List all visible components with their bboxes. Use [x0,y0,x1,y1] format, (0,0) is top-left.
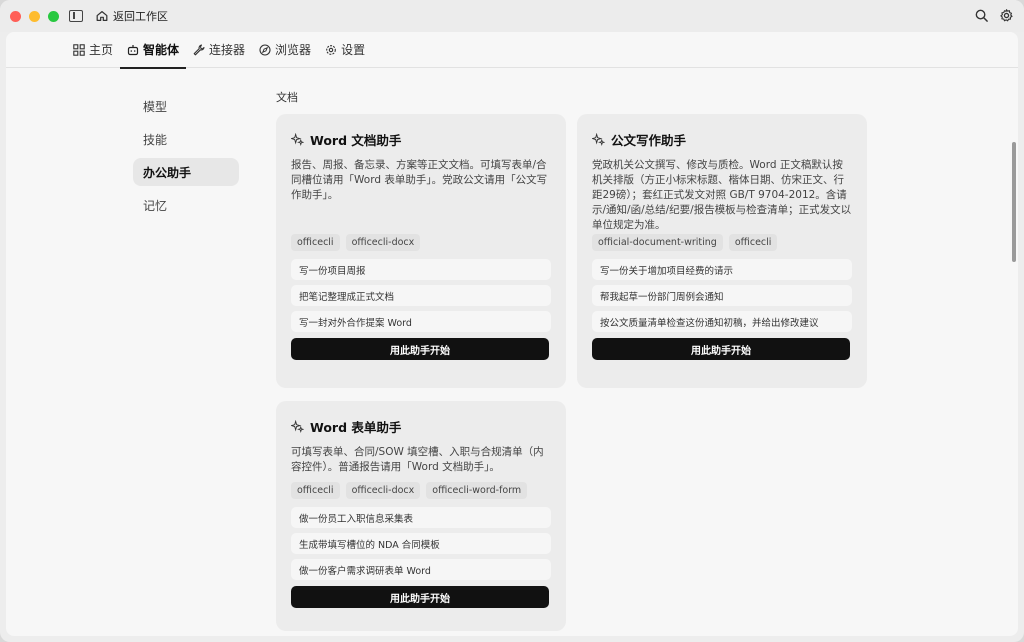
example-prompts: 写一份关于增加项目经费的请示 帮我起草一份部门周例会通知 按公文质量清单检查这份… [592,259,852,332]
minimize-window-button[interactable] [29,10,40,22]
grid-icon [73,43,85,56]
example-prompt[interactable]: 生成带填写槽位的 NDA 合同模板 [291,533,551,554]
example-prompt[interactable]: 把笔记整理成正式文档 [291,285,551,306]
tab-home-label: 主页 [89,43,114,57]
example-prompt[interactable]: 做一份员工入职信息采集表 [291,507,551,528]
window-controls [10,10,59,22]
tag: officecli-word-form [426,482,528,499]
card-title-text: Word 表单助手 [310,420,402,435]
tab-browser[interactable]: 浏览器 [252,32,318,68]
back-to-workspace-button[interactable]: 返回工作区 [95,8,168,24]
home-icon [96,11,108,21]
tab-connectors-label: 连接器 [209,43,246,57]
tab-agents[interactable]: 智能体 [120,32,187,69]
tab-settings[interactable]: 设置 [318,32,372,68]
tag-list: officecli officecli-docx officecli-word-… [291,482,551,499]
example-prompt[interactable]: 按公文质量清单检查这份通知初稿，并给出修改建议 [592,311,852,332]
title-bar: 返回工作区 [0,0,1024,32]
sparkle-icon [291,420,304,433]
sidebar-toggle-icon[interactable] [69,10,83,22]
card-description: 可填写表单、合同/SOW 填空槽、入职与合规清单（内容控件）。普通报告请用「Wo… [291,446,544,473]
card-title-text: 公文写作助手 [611,133,687,148]
tag: officecli-docx [345,234,421,251]
example-prompt[interactable]: 写一份关于增加项目经费的请示 [592,259,852,280]
menu-item-office-assistant[interactable]: 办公助手 [133,158,239,186]
tab-browser-label: 浏览器 [275,43,312,57]
start-with-assistant-button[interactable]: 用此助手开始 [592,338,850,360]
card-description: 报告、周报、备忘录、方案等正文文档。可填写表单/合同槽位请用「Word 表单助手… [291,159,548,201]
app-window: 返回工作区 主页 智能体 连接器 浏览器 设置 模型 技能 办公助手 记忆 文档… [0,0,1024,642]
robot-icon [127,44,139,55]
tag: official-document-writing [592,234,723,251]
tag: officecli [728,234,778,251]
maximize-window-button[interactable] [48,10,59,22]
gear-icon [326,44,336,55]
card-title: 公文写作助手 [592,130,852,149]
search-icon[interactable] [974,8,989,23]
tab-connectors[interactable]: 连接器 [186,32,252,68]
tag-list: officecli officecli-docx [291,234,551,251]
tag: officecli [291,234,340,251]
menu-item-skills[interactable]: 技能 [133,125,239,153]
example-prompts: 写一份项目周报 把笔记整理成正式文档 写一封对外合作提案 Word [291,259,551,332]
start-with-assistant-button[interactable]: 用此助手开始 [291,586,549,608]
tag: officecli [291,482,340,499]
example-prompt[interactable]: 写一份项目周报 [291,259,551,280]
titlebar-actions [974,8,1014,23]
tab-agents-label: 智能体 [143,43,180,57]
assistant-card-word-document: Word 文档助手 报告、周报、备忘录、方案等正文文档。可填写表单/合同槽位请用… [276,114,566,388]
start-with-assistant-button[interactable]: 用此助手开始 [291,338,549,360]
top-nav: 主页 智能体 连接器 浏览器 设置 [6,32,1018,69]
settings-side-menu: 模型 技能 办公助手 记忆 [133,92,239,224]
wrench-icon [193,43,205,55]
example-prompt[interactable]: 做一份客户需求调研表单 Word [291,559,551,580]
main-panel: 主页 智能体 连接器 浏览器 设置 模型 技能 办公助手 记忆 文档 Word … [6,32,1018,636]
compass-icon [259,43,271,56]
example-prompts: 做一份员工入职信息采集表 生成带填写槽位的 NDA 合同模板 做一份客户需求调研… [291,507,551,580]
sparkle-icon [291,133,304,146]
assistant-card-official-writing: 公文写作助手 党政机关公文撰写、修改与质检。Word 正文稿默认按机关排版（方正… [577,114,867,388]
gear-icon[interactable] [999,8,1014,23]
assistant-card-word-form: Word 表单助手 可填写表单、合同/SOW 填空槽、入职与合规清单（内容控件）… [276,401,566,631]
card-title: Word 文档助手 [291,130,551,149]
tag: officecli-docx [345,482,421,499]
close-window-button[interactable] [10,10,21,22]
card-title: Word 表单助手 [291,417,551,436]
card-description: 党政机关公文撰写、修改与质检。Word 正文稿默认按机关排版（方正小标宋标题、楷… [592,159,852,231]
section-title: 文档 [276,91,298,104]
tag-list: official-document-writing officecli [592,234,852,251]
example-prompt[interactable]: 写一封对外合作提案 Word [291,311,551,332]
menu-item-models[interactable]: 模型 [133,92,239,120]
back-to-workspace-label: 返回工作区 [113,10,168,23]
example-prompt[interactable]: 帮我起草一份部门周例会通知 [592,285,852,306]
menu-item-memory[interactable]: 记忆 [133,191,239,219]
scrollbar[interactable] [1012,142,1016,262]
tab-home[interactable]: 主页 [66,32,120,68]
tab-settings-label: 设置 [341,43,366,57]
card-title-text: Word 文档助手 [310,133,402,148]
sparkle-icon [592,133,605,146]
